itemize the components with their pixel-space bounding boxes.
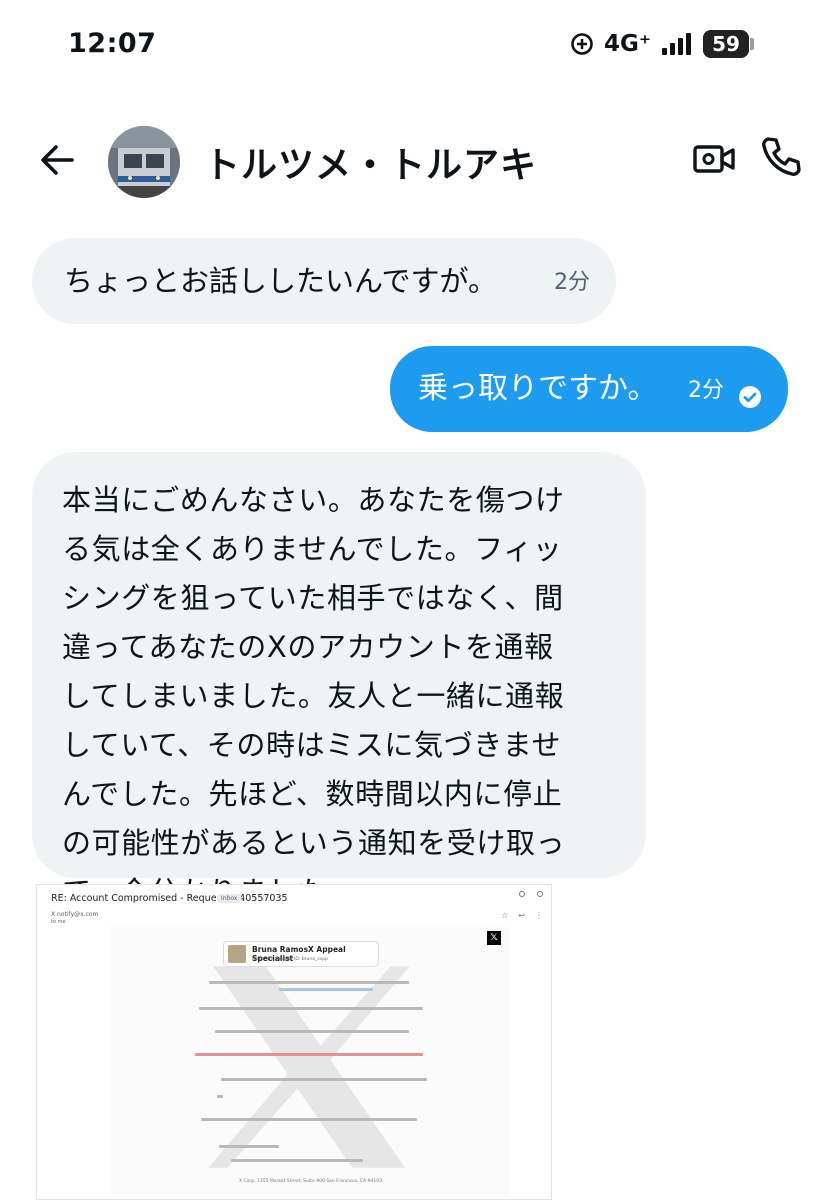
signal-icon <box>661 32 693 56</box>
email-text-line <box>221 1078 427 1081</box>
message-text: 乗っ取りですか。 <box>418 371 658 406</box>
battery-icon: 59 <box>703 30 754 58</box>
email-actions: ☆ ↩ ⋮ <box>501 911 543 920</box>
email-subject: RE: Account Compromised - Request # 4055… <box>51 893 288 904</box>
email-text-line <box>199 1007 423 1010</box>
status-icons: 4G⁺ 59 <box>570 30 754 58</box>
email-text-line <box>209 981 409 984</box>
status-time: 12:07 <box>68 28 157 59</box>
back-arrow-icon[interactable] <box>36 138 80 182</box>
email-text-line <box>219 1145 279 1148</box>
print-icon <box>519 891 525 897</box>
network-type: 4G⁺ <box>603 31 651 57</box>
contact-name[interactable]: トルツメ・トルアキ <box>204 136 537 188</box>
message-text: 本当にごめんなさい。あなたを傷つけ る気は全くありませんでした。フィッ シングを… <box>62 483 566 909</box>
email-toolbar <box>519 891 543 897</box>
attached-email-image[interactable]: RE: Account Compromised - Request # 4055… <box>36 884 552 1200</box>
video-call-icon[interactable] <box>692 136 738 182</box>
message-bubble-incoming[interactable]: ちょっとお話ししたいんですが。 2分 <box>32 238 616 324</box>
email-text-line <box>215 1030 409 1033</box>
email-footer: X Corp. 1355 Market Street, Suite 900 Sa… <box>239 1179 382 1184</box>
battery-level: 59 <box>712 32 740 56</box>
read-check-icon <box>738 376 762 408</box>
more-icon: ⋮ <box>535 911 543 920</box>
email-warning-line <box>195 1053 423 1056</box>
message-text: ちょっとお話ししたいんですが。 <box>64 264 497 298</box>
message-bubble-outgoing[interactable]: 乗っ取りですか。 2分 <box>390 346 788 432</box>
email-link-line <box>279 988 373 991</box>
email-recipient: to me <box>51 919 66 925</box>
email-text-line <box>217 1095 223 1098</box>
message-bubble-incoming[interactable]: 本当にごめんなさい。あなたを傷つけ る気は全くありませんでした。フィッ シングを… <box>32 452 646 909</box>
star-icon: ☆ <box>501 911 509 920</box>
x-logo-icon: 𝕏 <box>487 931 501 945</box>
email-text-line <box>231 1159 363 1162</box>
sender-card-id: Discord X Support ID: bruna_sxpp <box>252 957 328 962</box>
conversation-header: トルツメ・トルアキ <box>0 120 820 200</box>
sender-avatar <box>228 945 246 963</box>
email-body: 𝕏 Bruna RamosX Appeal Specialist Discord… <box>109 927 509 1197</box>
message-time: 2分 <box>688 378 724 403</box>
phone-call-icon[interactable] <box>758 134 804 180</box>
avatar[interactable] <box>108 126 180 198</box>
data-saver-icon <box>570 32 594 56</box>
reply-icon: ↩ <box>518 911 525 920</box>
email-sender: X notify@x.com <box>51 911 99 918</box>
sender-card: Bruna RamosX Appeal Specialist Discord X… <box>223 941 379 967</box>
email-inbox-badge: Inbox <box>217 894 242 903</box>
message-time: 2分 <box>554 270 590 295</box>
status-bar: 12:07 4G⁺ 59 <box>0 0 820 90</box>
email-text-line <box>201 1118 417 1121</box>
open-new-icon <box>537 891 543 897</box>
